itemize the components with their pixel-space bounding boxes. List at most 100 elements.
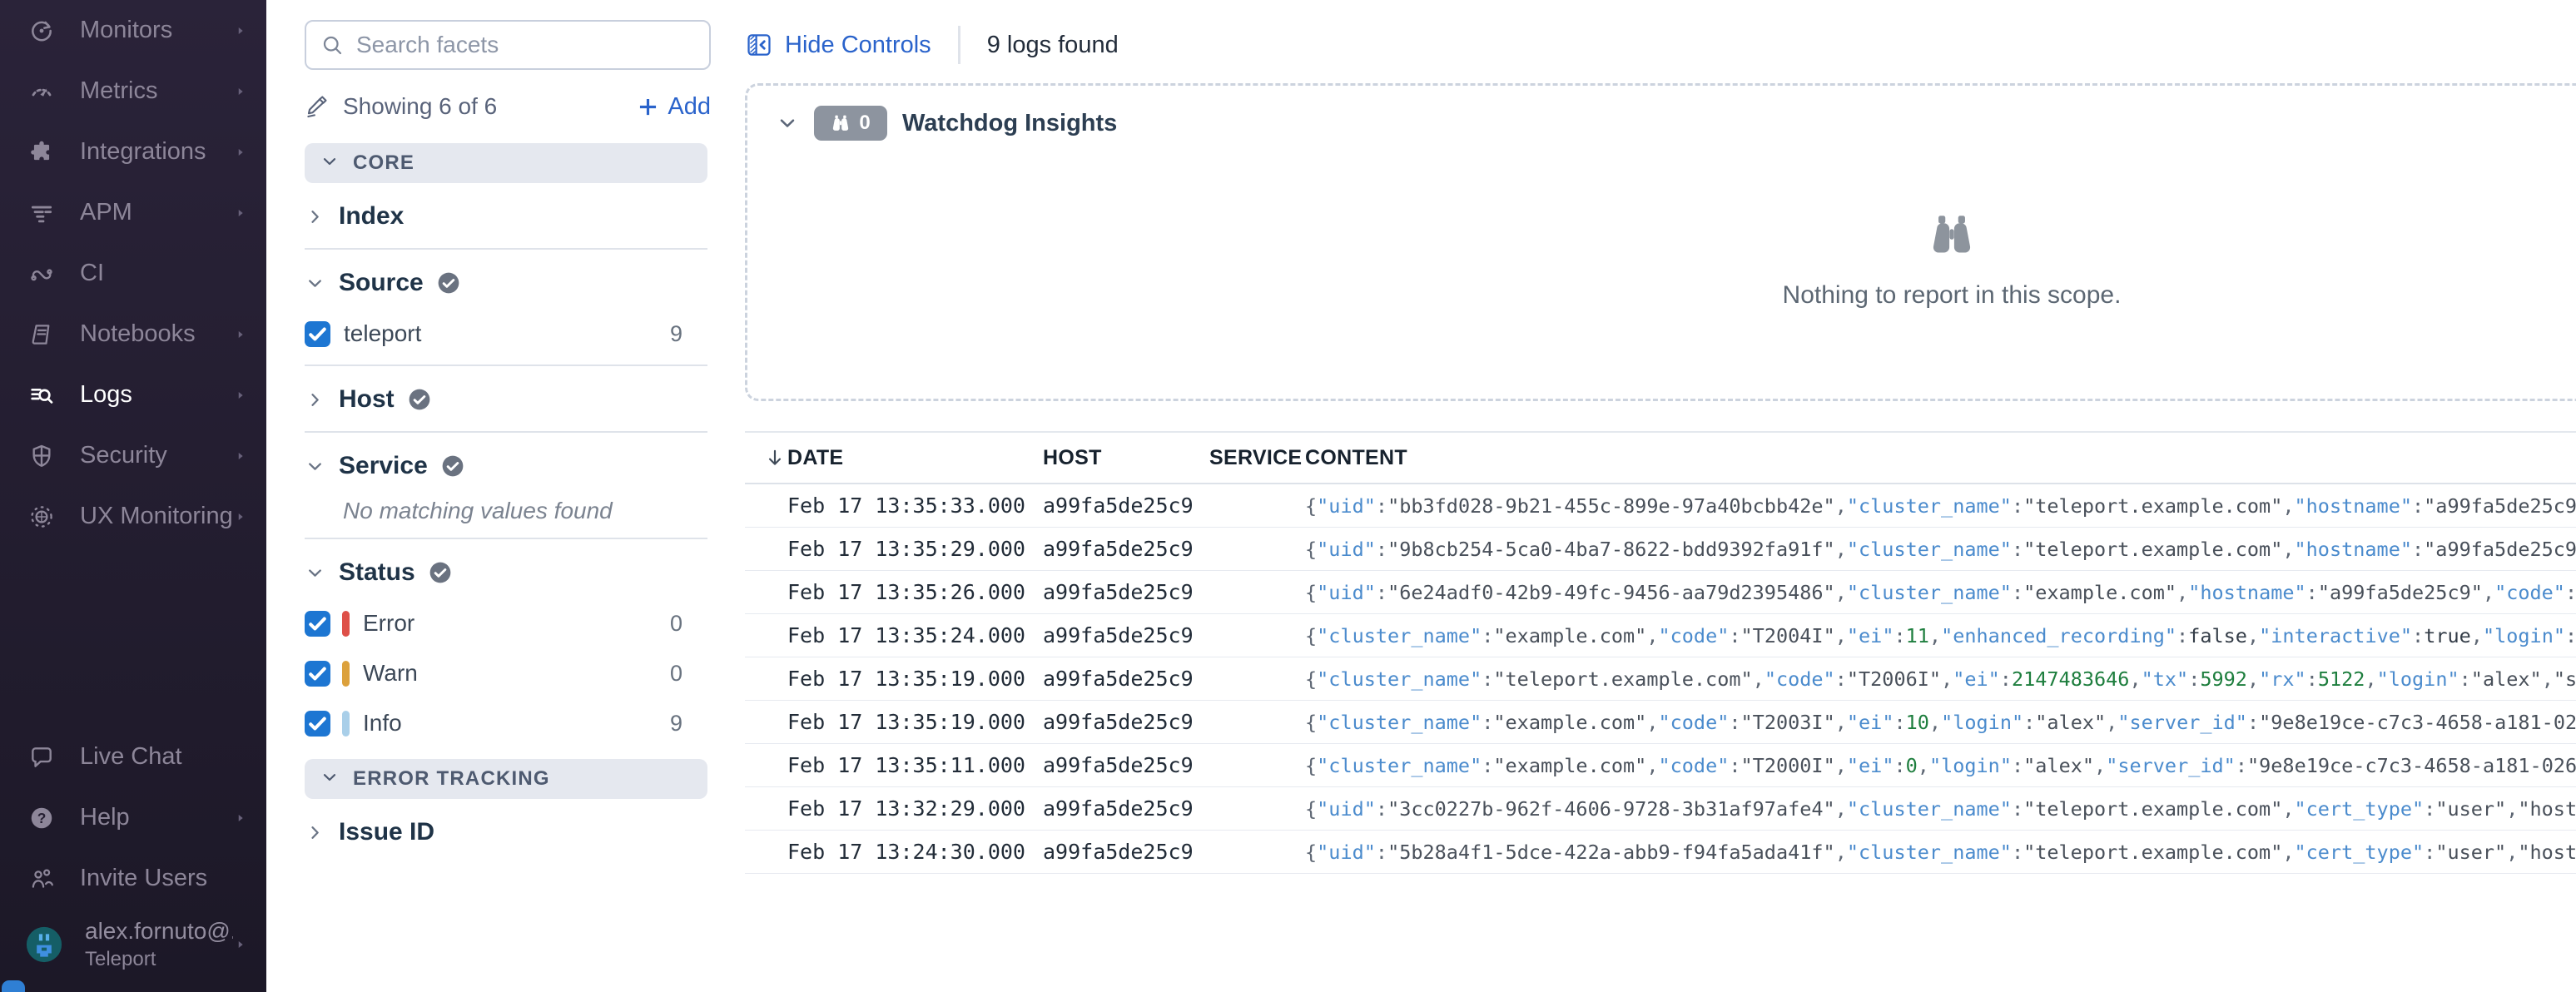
log-date: Feb 17 13:24:30.000 xyxy=(787,840,1043,864)
watchdog-insights-panel: 0 Watchdog Insights Nothing to report in… xyxy=(745,83,2576,401)
sidebar-item-security[interactable]: Security xyxy=(0,425,266,486)
column-header-host[interactable]: HOST xyxy=(1043,446,1209,470)
user-menu[interactable]: alex.fornuto@...Teleport xyxy=(0,909,266,980)
chevron-down-icon[interactable] xyxy=(776,112,799,135)
log-row[interactable]: Feb 17 13:35:11.000a99fa5de25c9{"cluster… xyxy=(745,744,2576,787)
search-facets-box[interactable] xyxy=(305,20,711,70)
watchdog-header[interactable]: 0 Watchdog Insights xyxy=(747,86,2576,141)
log-host: a99fa5de25c9 xyxy=(1043,494,1209,518)
sidebar-item-notebooks[interactable]: Notebooks xyxy=(0,304,266,365)
sidebar-item-logs[interactable]: Logs xyxy=(0,365,266,425)
facet-value-count: 9 xyxy=(670,321,682,347)
search-facets-input[interactable] xyxy=(356,32,696,58)
facet-group-error-tracking[interactable]: ERROR TRACKING xyxy=(305,759,707,799)
sidebar-item-integrations[interactable]: Integrations xyxy=(0,122,266,182)
column-header-service[interactable]: SERVICE xyxy=(1209,446,1305,470)
log-table: DATE HOST SERVICE CONTENT Feb 17 13:35:3… xyxy=(745,431,2576,874)
log-host: a99fa5de25c9 xyxy=(1043,753,1209,777)
sort-descending-icon[interactable] xyxy=(764,447,786,469)
filter-applied-icon xyxy=(441,454,464,478)
log-content: {"cluster_name":"example.com","code":"T2… xyxy=(1305,711,2576,734)
chevron-down-icon xyxy=(320,767,340,791)
chevron-right-icon xyxy=(233,23,248,38)
sidebar-item-ux-monitoring[interactable]: UX Monitoring xyxy=(0,486,266,547)
app-sidebar: MonitorsMetricsIntegrationsAPMCINotebook… xyxy=(0,0,266,992)
watchdog-title: Watchdog Insights xyxy=(902,110,1117,137)
watchdog-count: 0 xyxy=(859,112,870,135)
checkbox-checked[interactable] xyxy=(305,321,330,347)
chevron-right-icon xyxy=(233,509,248,524)
log-row[interactable]: Feb 17 13:35:19.000a99fa5de25c9{"cluster… xyxy=(745,701,2576,744)
sidebar-item-invite-users[interactable]: Invite Users xyxy=(0,848,266,909)
add-facet-button[interactable]: Add xyxy=(637,93,711,121)
facet-value-teleport[interactable]: teleport9 xyxy=(305,316,682,351)
logs-toolbar: Hide Controls 9 logs found xyxy=(745,23,2576,67)
error-status-pill xyxy=(342,611,350,637)
sidebar-item-ci[interactable]: CI xyxy=(0,243,266,304)
log-row[interactable]: Feb 17 13:35:24.000a99fa5de25c9{"cluster… xyxy=(745,614,2576,657)
facet-header-service[interactable]: Service xyxy=(305,448,711,484)
metrics-icon xyxy=(28,78,55,105)
main-content: Hide Controls 9 logs found 0 Watchdog In… xyxy=(724,0,2576,992)
facet-divider xyxy=(305,365,707,366)
log-row[interactable]: Feb 17 13:32:29.000a99fa5de25c9{"uid":"3… xyxy=(745,787,2576,831)
log-host: a99fa5de25c9 xyxy=(1043,796,1209,821)
facets-showing-row: Showing 6 of 6 Add xyxy=(305,88,711,125)
log-row[interactable]: Feb 17 13:35:33.000a99fa5de25c9 {"uid":"b… xyxy=(745,484,2576,528)
facet-value-count: 9 xyxy=(670,711,682,737)
hide-controls-button[interactable]: Hide Controls xyxy=(745,31,931,59)
log-date: Feb 17 13:35:33.000 xyxy=(787,494,1043,518)
facet-value-warn[interactable]: Warn0 xyxy=(305,656,682,691)
sidebar-item-metrics[interactable]: Metrics xyxy=(0,61,266,122)
log-row[interactable]: Feb 17 13:35:19.000a99fa5de25c9{"cluster… xyxy=(745,657,2576,701)
facets-count-label: Showing 6 of 6 xyxy=(343,93,637,120)
facet-host: Host xyxy=(305,381,711,418)
facet-value-error[interactable]: Error0 xyxy=(305,606,682,641)
logs-icon xyxy=(28,382,55,409)
facet-divider xyxy=(305,538,707,539)
log-date: Feb 17 13:35:29.000 xyxy=(787,537,1043,561)
user-avatar xyxy=(25,925,63,964)
log-content: {"uid":"bb3fd028-9b21-455c-899e-97a40bcb… xyxy=(1305,494,2576,518)
edit-facets-icon[interactable] xyxy=(305,94,330,119)
notebooks-icon xyxy=(28,321,55,348)
log-table-header: DATE HOST SERVICE CONTENT xyxy=(745,431,2576,484)
sidebar-item-help[interactable]: ?Help xyxy=(0,787,266,848)
filter-applied-icon xyxy=(429,561,452,584)
log-date: Feb 17 13:35:19.000 xyxy=(787,667,1043,691)
chevron-right-icon xyxy=(233,937,248,952)
facet-header-source[interactable]: Source xyxy=(305,265,711,301)
log-host: a99fa5de25c9 xyxy=(1043,623,1209,647)
facet-group-core[interactable]: CORE xyxy=(305,143,707,183)
log-row[interactable]: Feb 17 13:24:30.000a99fa5de25c9{"uid":"5… xyxy=(745,831,2576,874)
chevron-right-icon xyxy=(305,206,325,227)
column-header-content[interactable]: CONTENT xyxy=(1305,446,2576,470)
chevron-down-icon xyxy=(305,456,325,477)
checkbox-checked[interactable] xyxy=(305,661,330,687)
facet-value-count: 0 xyxy=(670,611,682,637)
sidebar-footer: Live Chat?HelpInvite Usersalex.fornuto@.… xyxy=(0,727,266,980)
sidebar-item-apm[interactable]: APM xyxy=(0,182,266,243)
watchdog-empty-message: Nothing to report in this scope. xyxy=(747,281,2576,310)
checkbox-checked[interactable] xyxy=(305,611,330,637)
log-row[interactable]: Feb 17 13:35:26.000a99fa5de25c9{"uid":"6… xyxy=(745,571,2576,614)
sidebar-item-monitors[interactable]: Monitors xyxy=(0,0,266,61)
invite-users-icon xyxy=(28,866,55,892)
facet-header-status[interactable]: Status xyxy=(305,554,711,591)
facet-value-info[interactable]: Info9 xyxy=(305,706,682,741)
log-content: {"uid":"3cc0227b-962f-4606-9728-3b31af97… xyxy=(1305,797,2576,821)
chevron-down-icon xyxy=(305,563,325,583)
chevron-right-icon xyxy=(233,145,248,160)
column-header-date[interactable]: DATE xyxy=(787,446,1043,470)
facet-header-issue-id[interactable]: Issue ID xyxy=(305,814,711,851)
facet-header-index[interactable]: Index xyxy=(305,198,711,235)
log-row[interactable]: Feb 17 13:35:29.000a99fa5de25c9{"uid":"9… xyxy=(745,528,2576,571)
no-values-message: No matching values found xyxy=(343,498,711,524)
log-date: Feb 17 13:35:11.000 xyxy=(787,753,1043,777)
facet-header-host[interactable]: Host xyxy=(305,381,711,418)
chevron-right-icon xyxy=(305,822,325,843)
log-content: {"cluster_name":"teleport.example.com","… xyxy=(1305,667,2576,691)
checkbox-checked[interactable] xyxy=(305,711,330,737)
sidebar-item-live-chat[interactable]: Live Chat xyxy=(0,727,266,787)
user-email: alex.fornuto@... xyxy=(85,918,233,945)
